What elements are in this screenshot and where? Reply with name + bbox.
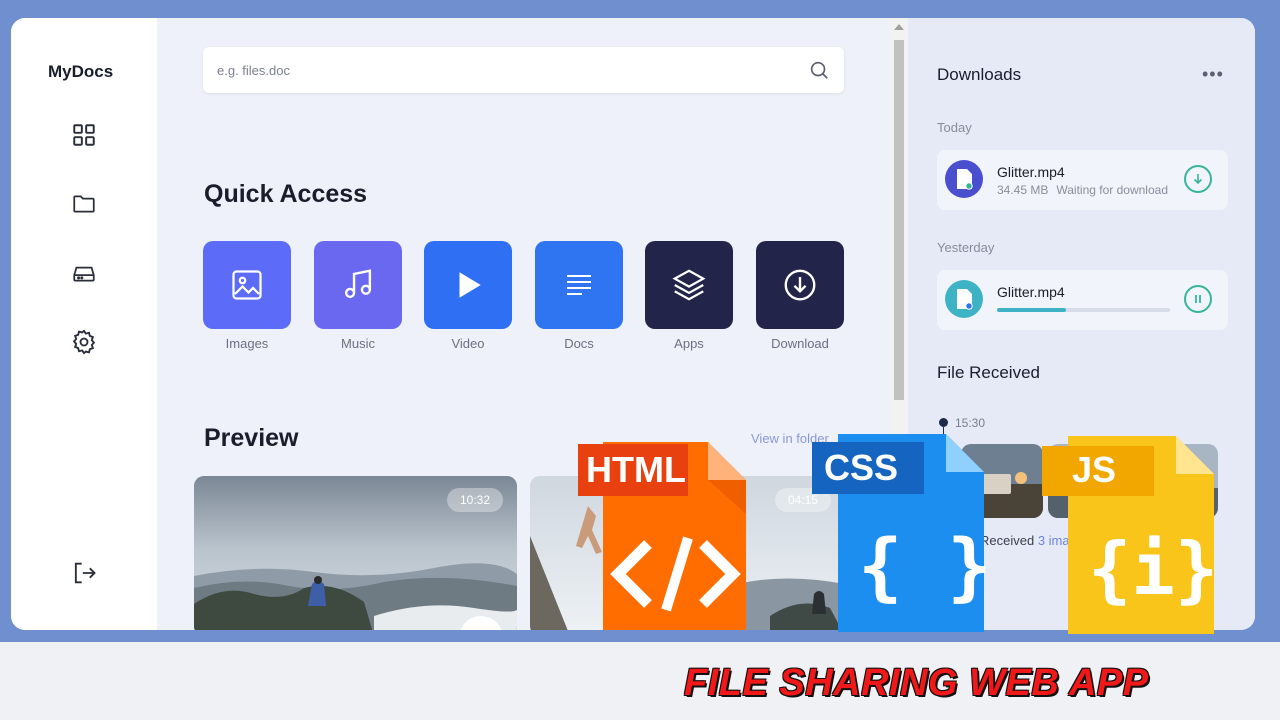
quick-access-docs[interactable]: Docs [535,241,623,351]
drive-icon [73,266,95,282]
svg-text:{i}: {i} [1088,527,1218,611]
css-file-badge: CSS { } [812,432,992,637]
scrollbar-thumb[interactable] [894,40,904,400]
search-input[interactable] [217,47,777,93]
video-duration: 10:32 [446,488,503,512]
quick-access-label: Apps [674,336,704,351]
layers-icon [672,269,706,301]
folder-icon [73,195,95,213]
quick-access-label: Download [771,336,829,351]
file-name: Glitter.mp4 [997,164,1065,180]
timeline-dot [939,418,948,427]
css-label: CSS [824,447,898,488]
nav-folders[interactable] [69,189,99,219]
pause-button[interactable] [1184,285,1212,313]
quick-access-label: Images [225,336,269,351]
download-arrow-icon [1193,174,1203,185]
video-file-icon [945,160,983,198]
video-file-icon [945,280,983,318]
brand-name: MyDocs [48,62,114,81]
music-tile [314,241,402,329]
video-preview-card[interactable]: 10:32 [194,476,517,630]
quick-access-title: Quick Access [204,180,368,208]
image-icon [232,270,262,300]
download-status: Waiting for download [1056,183,1168,197]
html-file-badge: HTML [578,434,748,635]
dashboard-icon [73,124,95,146]
file-meta: 34.45 MB Waiting for download [997,183,1168,197]
download-progress-bar [997,308,1170,312]
settings-icon [72,329,96,355]
search-icon[interactable] [808,59,830,81]
download-item[interactable]: Glitter.mp4 [937,270,1228,330]
quick-access-label: Music [341,336,375,351]
download-item[interactable]: Glitter.mp4 34.45 MB Waiting for download [937,150,1228,210]
quick-access-images[interactable]: Images [203,241,291,351]
file-received-title: File Received [937,363,1040,382]
svg-text:{ }: { } [858,524,987,610]
preview-title: Preview [204,424,299,452]
sidebar: MyDocs [11,18,157,630]
logout-icon [74,562,96,584]
group-label-yesterday: Yesterday [937,240,995,255]
images-tile [203,241,291,329]
document-icon [567,274,591,296]
received-text: Received [980,533,1035,548]
received-time: 15:30 [955,416,986,430]
quick-access-download[interactable]: Download [756,241,844,351]
nav-settings[interactable] [69,327,99,357]
download-button[interactable] [1184,165,1212,193]
promo-caption: FILE SHARING WEB APP [684,662,1149,704]
more-options-button[interactable]: ••• [1202,64,1224,85]
file-name: Glitter.mp4 [997,284,1065,300]
quick-access-label: Video [451,336,485,351]
pause-icon [1195,295,1201,303]
downloads-title: Downloads [937,65,1022,84]
download-icon [784,269,816,301]
group-label-today: Today [937,120,972,135]
js-file-badge: JS {i} [1042,434,1218,639]
nav-logout[interactable] [69,558,99,588]
download-tile [756,241,844,329]
file-size: 34.45 MB [997,183,1049,197]
apps-tile [645,241,733,329]
download-progress-fill [997,308,1067,312]
music-icon [344,269,372,299]
quick-access-music[interactable]: Music [314,241,402,351]
docs-tile [535,241,623,329]
quick-access-apps[interactable]: Apps [645,241,733,351]
quick-access-label: Docs [564,336,594,351]
scroll-up-arrow[interactable] [894,24,904,30]
html-label: HTML [586,449,686,490]
quick-access-video[interactable]: Video [424,241,512,351]
nav-dashboard[interactable] [69,120,99,150]
nav-drive[interactable] [69,258,99,288]
play-icon [459,272,481,298]
video-tile [424,241,512,329]
js-label: JS [1072,449,1116,490]
search-bar [203,47,844,93]
main-content: Quick Access Images Music V [157,18,890,630]
